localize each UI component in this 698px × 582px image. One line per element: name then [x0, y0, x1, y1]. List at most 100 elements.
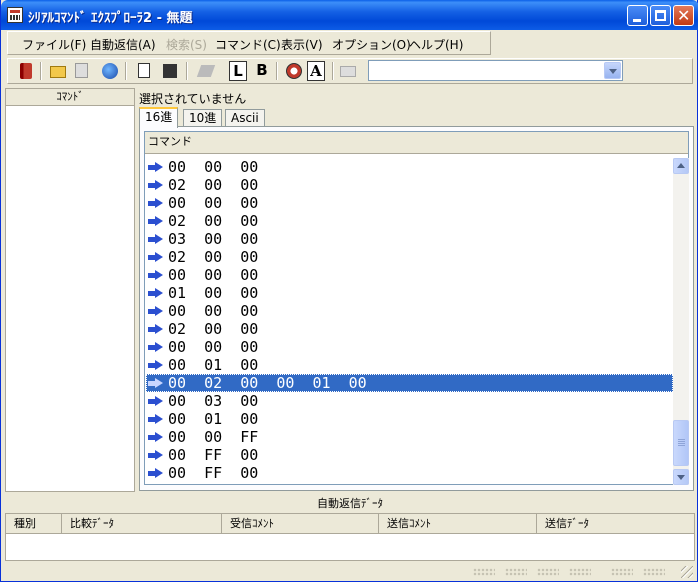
- close-button[interactable]: ✕: [673, 5, 694, 26]
- chevron-down-icon[interactable]: [604, 62, 621, 79]
- list-item[interactable]: 00 01 00: [146, 356, 673, 374]
- arrow-right-icon: [148, 288, 163, 298]
- column-receive-comment[interactable]: 受信ｺﾒﾝﾄ: [222, 514, 379, 534]
- list-item[interactable]: 00 FF 00: [146, 446, 673, 464]
- command-rows: 00 00 00 02 00 00 00 00 00 02 00 00 03 00 00…: [146, 158, 673, 484]
- toolbar-separator: [40, 62, 42, 80]
- letter-a-button[interactable]: A: [306, 61, 326, 81]
- tab-panel: コマンド 00 00 00 02 00 00 00 00 00 02 00 00 03 …: [139, 126, 694, 491]
- record-button[interactable]: [284, 61, 304, 81]
- book-button[interactable]: [16, 61, 36, 81]
- status-panel: [473, 568, 495, 576]
- list-item[interactable]: 02 00 00: [146, 248, 673, 266]
- arrow-right-icon: [148, 396, 163, 406]
- command-bytes: 00 00 00: [168, 266, 259, 284]
- tab-ascii[interactable]: Ascii: [225, 109, 265, 127]
- letter-b-icon: B: [256, 61, 268, 79]
- toolbar-separator: [125, 62, 127, 80]
- letter-l-button[interactable]: L: [228, 61, 248, 81]
- menu-command[interactable]: コマンド(C): [215, 36, 281, 53]
- envelope-button[interactable]: [338, 61, 358, 81]
- list-item[interactable]: 03 00 00: [146, 230, 673, 248]
- list-item[interactable]: 00 00 00: [146, 158, 673, 176]
- command-combo[interactable]: [368, 60, 623, 81]
- list-item[interactable]: 00 00 00: [146, 338, 673, 356]
- menu-file[interactable]: ファイル(F): [22, 36, 86, 53]
- status-bar: [1, 562, 697, 581]
- arrow-right-icon: [148, 270, 163, 280]
- arrow-right-icon: [148, 324, 163, 334]
- resize-grip-icon[interactable]: [681, 566, 693, 578]
- column-type[interactable]: 種別: [6, 514, 62, 534]
- menu-search[interactable]: 検索(S): [166, 36, 207, 53]
- command-bytes: 00 00 00: [168, 338, 259, 356]
- letter-b-button[interactable]: B: [252, 61, 272, 81]
- save-icon: [163, 64, 177, 78]
- status-panel: [537, 568, 559, 576]
- command-bytes: 00 02 00 00 01 00: [168, 374, 367, 392]
- open-button[interactable]: [48, 61, 68, 81]
- command-bytes: 00 03 00: [168, 392, 259, 410]
- column-send-data[interactable]: 送信ﾃﾞｰﾀ: [537, 514, 694, 534]
- command-bytes: 00 01 00: [168, 410, 259, 428]
- column-compare-data[interactable]: 比較ﾃﾞｰﾀ: [62, 514, 222, 534]
- command-bytes: 01 00 00: [168, 284, 259, 302]
- list-item[interactable]: 00 03 00: [146, 392, 673, 410]
- arrow-right-icon: [148, 198, 163, 208]
- maximize-button[interactable]: [650, 5, 671, 26]
- maximize-icon: [655, 10, 666, 21]
- main-window: ｼﾘｱﾙｺﾏﾝﾄﾞ ｴｸｽﾌﾟﾛｰﾗ2 - 無題 ✕ ファイル(F) 自動返信(…: [0, 0, 698, 582]
- vertical-scrollbar[interactable]: [673, 158, 689, 485]
- arrow-right-icon: [148, 306, 163, 316]
- column-send-comment[interactable]: 送信ｺﾒﾝﾄ: [379, 514, 537, 534]
- command-bytes: 02 00 00: [168, 248, 259, 266]
- list-item[interactable]: 00 FF 00: [146, 464, 673, 482]
- arrow-right-icon: [148, 360, 163, 370]
- status-panel: [643, 568, 665, 576]
- toolbar: L B A: [7, 58, 693, 84]
- copy-icon: [75, 63, 88, 78]
- scroll-down-icon[interactable]: [673, 469, 689, 485]
- command-tree-pane[interactable]: ｺﾏﾝﾄﾞ: [5, 88, 135, 492]
- scroll-thumb[interactable]: [673, 420, 689, 466]
- list-item[interactable]: 02 00 00: [146, 320, 673, 338]
- tab-decimal[interactable]: 10進: [183, 109, 223, 127]
- auto-reply-grid[interactable]: 種別 比較ﾃﾞｰﾀ 受信ｺﾒﾝﾄ 送信ｺﾒﾝﾄ 送信ﾃﾞｰﾀ: [5, 513, 695, 561]
- document-icon: [138, 63, 150, 78]
- tab-hex[interactable]: 16進: [139, 107, 179, 128]
- new-document-button[interactable]: [134, 61, 154, 81]
- edit-button[interactable]: [196, 61, 216, 81]
- globe-button[interactable]: [100, 61, 120, 81]
- app-icon[interactable]: [7, 7, 23, 23]
- menu-options[interactable]: オプション(O): [332, 36, 411, 53]
- open-folder-icon: [50, 66, 66, 78]
- command-bytes: 03 00 00: [168, 230, 259, 248]
- arrow-right-icon: [148, 414, 163, 424]
- list-item[interactable]: 00 00 00: [146, 194, 673, 212]
- list-item[interactable]: 02 00 00: [146, 176, 673, 194]
- menu-auto-reply[interactable]: 自動返信(A): [90, 36, 156, 53]
- menu-help[interactable]: ヘルプ(H): [409, 36, 463, 53]
- command-list[interactable]: コマンド 00 00 00 02 00 00 00 00 00 02 00 00 03 …: [144, 131, 689, 485]
- toolbar-separator: [332, 62, 334, 80]
- arrow-right-icon: [148, 378, 163, 388]
- list-item[interactable]: 00 02 00 00 01 00: [146, 374, 673, 392]
- list-item[interactable]: 01 00 00: [146, 284, 673, 302]
- list-item[interactable]: 00 00 00: [146, 302, 673, 320]
- command-list-header[interactable]: コマンド: [145, 132, 688, 154]
- command-tree-header[interactable]: ｺﾏﾝﾄﾞ: [6, 89, 134, 106]
- list-item[interactable]: 00 00 00: [146, 266, 673, 284]
- book-icon: [20, 63, 32, 79]
- list-item[interactable]: 00 01 00: [146, 410, 673, 428]
- copy-button[interactable]: [72, 61, 92, 81]
- save-button[interactable]: [160, 61, 180, 81]
- menu-bar: ファイル(F) 自動返信(A) 検索(S) コマンド(C) 表示(V) オプショ…: [7, 31, 491, 55]
- minimize-button[interactable]: [627, 5, 648, 26]
- scroll-up-icon[interactable]: [673, 158, 689, 174]
- minimize-icon: [633, 19, 641, 22]
- list-item[interactable]: 02 00 00: [146, 212, 673, 230]
- list-item[interactable]: 00 00 FF: [146, 428, 673, 446]
- arrow-right-icon: [148, 450, 163, 460]
- title-bar[interactable]: ｼﾘｱﾙｺﾏﾝﾄﾞ ｴｸｽﾌﾟﾛｰﾗ2 - 無題 ✕: [1, 0, 698, 30]
- menu-view[interactable]: 表示(V): [281, 36, 323, 53]
